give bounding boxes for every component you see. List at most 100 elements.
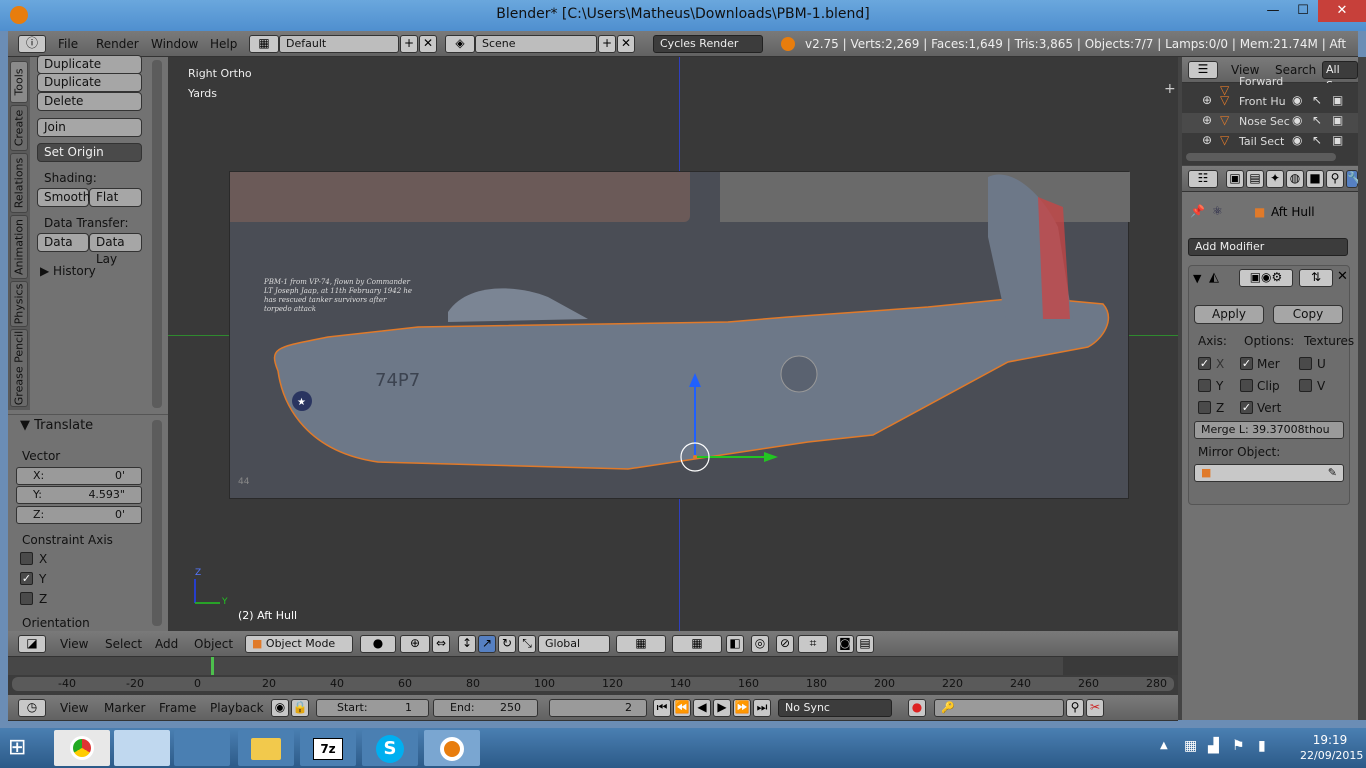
pin-icon[interactable]: 📌 (1190, 204, 1205, 218)
taskbar-skype-icon[interactable]: S (362, 730, 418, 766)
texture-u-checkbox[interactable] (1299, 357, 1312, 370)
render-camera-icon[interactable]: ▣ (1332, 133, 1343, 147)
object-tab-icon[interactable]: ■ (1306, 170, 1324, 188)
taskbar-paint-icon[interactable] (114, 730, 170, 766)
insert-keyframe-icon[interactable]: ⚲ (1066, 699, 1084, 717)
transform-orientation-select[interactable]: Global (538, 635, 610, 653)
translate-manipulator-icon[interactable]: ↕ (458, 635, 476, 653)
visibility-eye-icon[interactable]: ◉ (1292, 133, 1302, 147)
menu-select[interactable]: Select (105, 631, 142, 657)
show-hidden-icons-icon[interactable]: ▲ (1160, 740, 1168, 751)
merge-checkbox[interactable]: ✓ (1240, 357, 1253, 370)
viewport-shading-icon[interactable]: ● (360, 635, 396, 653)
mirror-object-field[interactable]: ■ ✎ (1194, 464, 1344, 482)
axis-y-checkbox[interactable] (1198, 379, 1211, 392)
menu-render[interactable]: Render (96, 31, 139, 57)
join-button[interactable]: Join (37, 118, 142, 137)
select-arrow-icon[interactable]: ↖ (1312, 133, 1322, 147)
axis-x-checkbox[interactable]: ✓ (1198, 357, 1211, 370)
timeline-menu-playback[interactable]: Playback (210, 695, 264, 721)
outliner-display-select[interactable]: All Sc (1322, 61, 1358, 92)
scene-icon[interactable]: ◈ (445, 35, 475, 53)
clock-time[interactable]: 19:19 (1300, 733, 1360, 747)
history-panel-header[interactable]: ▶ History (40, 264, 96, 278)
operator-title[interactable]: ▼ Translate (20, 418, 93, 433)
expand-icon[interactable]: ⊕ (1202, 113, 1212, 127)
vertex-groups-checkbox[interactable]: ✓ (1240, 401, 1253, 414)
tab-grease-pencil[interactable]: Grease Pencil (10, 329, 28, 407)
timeline-menu-marker[interactable]: Marker (104, 695, 145, 721)
tab-relations[interactable]: Relations (10, 153, 28, 213)
taskbar-7zip-icon[interactable]: 7z (300, 730, 356, 766)
menu-add[interactable]: Add (155, 631, 178, 657)
add-screen-icon[interactable]: + (400, 35, 418, 53)
scale-manipulator-icon[interactable]: ⤡ (518, 635, 536, 653)
end-frame-field[interactable]: End: 250 (433, 699, 538, 717)
clip-checkbox[interactable] (1240, 379, 1253, 392)
action-center-icon[interactable]: ▦ (1184, 738, 1197, 754)
manipulator-toggle-icon[interactable]: ⇔ (432, 635, 450, 653)
world-tab-icon[interactable]: ◍ (1286, 170, 1304, 188)
data-layout-button[interactable]: Data Lay (89, 233, 142, 266)
duplicate-button[interactable]: Duplicate (37, 55, 142, 74)
constraints-tab-icon[interactable]: ⚲ (1326, 170, 1344, 188)
timeline-frames-area[interactable] (8, 657, 1178, 675)
tab-animation[interactable]: Animation (10, 215, 28, 279)
current-frame-marker[interactable] (211, 657, 214, 675)
render-camera-icon[interactable]: ▣ (1332, 113, 1343, 127)
layers-group-1-icon[interactable]: ▦ (616, 635, 666, 653)
outliner-row[interactable]: ⊕ ▽ Front Hu ◉ ↖ ▣ (1182, 93, 1358, 113)
taskbar-blender-icon[interactable] (424, 730, 480, 766)
mode-select[interactable]: ■ Object Mode (245, 635, 353, 653)
flat-button[interactable]: Flat (89, 188, 142, 207)
editor-type-properties-icon[interactable]: ☷ (1188, 170, 1218, 188)
move-manipulator-icon[interactable]: ↗ (478, 635, 496, 653)
network-icon[interactable]: ▟ (1208, 738, 1219, 754)
constraint-x-checkbox[interactable] (20, 552, 33, 565)
screen-layout-field[interactable]: Default (279, 35, 399, 53)
remove-modifier-icon[interactable]: ✕ (1337, 269, 1348, 284)
modifiers-tab-icon[interactable]: 🔧 (1346, 170, 1362, 188)
tool-shelf-scrollbar[interactable] (152, 60, 162, 408)
jump-start-icon[interactable]: ⏮ (653, 699, 671, 717)
start-button[interactable]: ⊞ (8, 736, 34, 760)
eyedropper-icon[interactable]: ✎ (1328, 465, 1337, 481)
copy-button[interactable]: Copy (1273, 305, 1343, 324)
taskbar-explorer-icon[interactable] (238, 730, 294, 766)
menu-help[interactable]: Help (210, 31, 237, 57)
pivot-point-icon[interactable]: ⊕ (400, 635, 430, 653)
modifier-move-icons[interactable]: ⇅ (1299, 269, 1333, 287)
sync-mode-select[interactable]: No Sync (778, 699, 892, 717)
add-scene-icon[interactable]: + (598, 35, 616, 53)
remove-screen-icon[interactable]: ✕ (419, 35, 437, 53)
select-arrow-icon[interactable]: ↖ (1312, 93, 1322, 107)
outliner-row[interactable]: ⊕ ▽ Tail Sect ◉ ↖ ▣ (1182, 133, 1358, 153)
select-arrow-icon[interactable]: ↖ (1312, 113, 1322, 127)
start-frame-field[interactable]: Start: 1 (316, 699, 429, 717)
maximize-button[interactable]: ☐ (1288, 0, 1318, 22)
play-reverse-icon[interactable]: ◀ (693, 699, 711, 717)
flag-icon[interactable]: ⚑ (1232, 738, 1245, 754)
tab-physics[interactable]: Physics (10, 281, 28, 327)
editor-type-timeline-icon[interactable]: ◷ (18, 699, 46, 717)
scene-field[interactable]: Scene (475, 35, 597, 53)
lock-layers-icon[interactable]: ◧ (726, 635, 744, 653)
jump-keyframe-back-icon[interactable]: ⏪ (673, 699, 691, 717)
constraint-z-checkbox[interactable] (20, 592, 33, 605)
axis-z-checkbox[interactable] (1198, 401, 1211, 414)
lock-range-icon[interactable]: 🔒 (291, 699, 309, 717)
current-frame-field[interactable]: 2 (549, 699, 647, 717)
vector-y-field[interactable]: Y: 4.593" (16, 486, 142, 504)
outliner-scrollbar[interactable] (1186, 153, 1336, 161)
taskbar-app-icon[interactable] (174, 730, 230, 766)
jump-end-icon[interactable]: ⏭ (753, 699, 771, 717)
editor-type-info-icon[interactable]: ⓘ (18, 35, 46, 53)
snap-toggle-icon[interactable]: ⊘ (776, 635, 794, 653)
timeline-menu-frame[interactable]: Frame (159, 695, 196, 721)
expand-icon[interactable]: ⊕ (1202, 93, 1212, 107)
3d-viewport[interactable]: Right Ortho Yards PBM-1 from VP-74, flow… (168, 57, 1178, 631)
timeline-menu-view[interactable]: View (60, 695, 88, 721)
vector-z-field[interactable]: Z: 0' (16, 506, 142, 524)
expand-icon[interactable]: ⊕ (1202, 133, 1212, 147)
scene-tab-icon[interactable]: ✦ (1266, 170, 1284, 188)
